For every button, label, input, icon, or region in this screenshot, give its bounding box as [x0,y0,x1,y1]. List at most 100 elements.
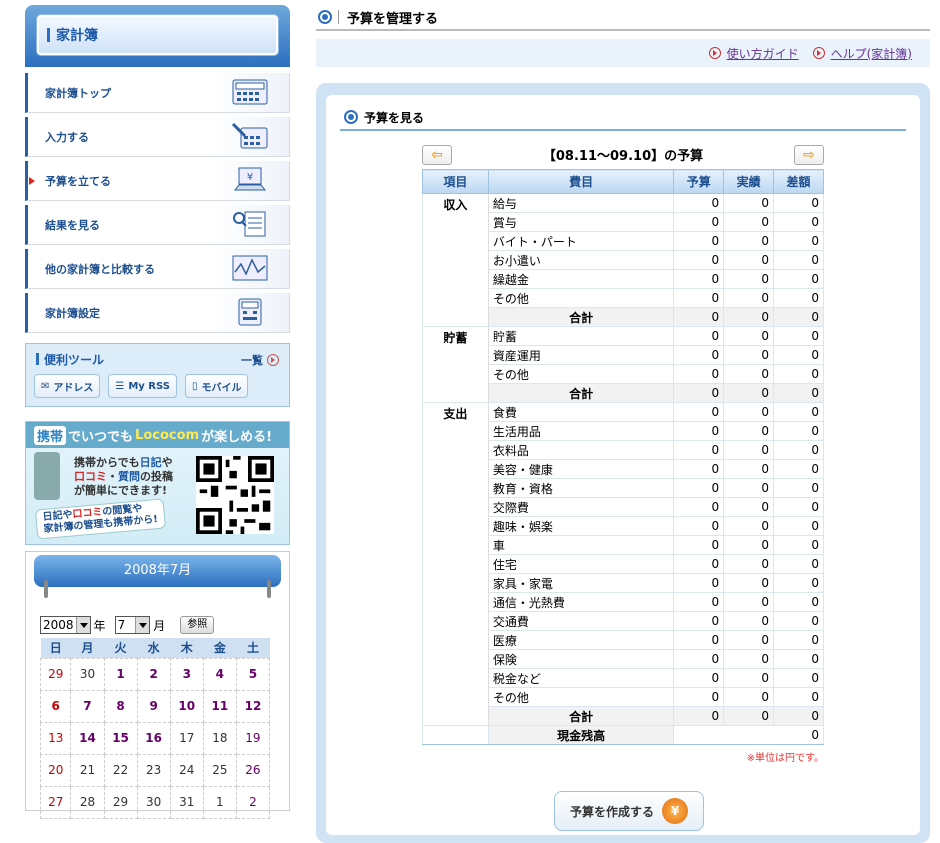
calendar-day[interactable]: 21 [70,753,105,787]
amount-cell: 0 [773,440,824,460]
amount-cell: 0 [723,649,775,669]
next-period-button[interactable]: ⇨ [794,145,824,165]
amount-cell: 0 [723,592,775,612]
calendar-day[interactable]: 1 [202,785,237,819]
subtotal-label: 合計 [487,706,675,726]
amount-cell: 0 [673,535,725,555]
calendar-day[interactable]: 20 [39,753,72,787]
amount-cell: 0 [723,326,775,346]
item-label: 交通費 [487,611,675,631]
main-content: 予算を管理する 使い方ガイド ヘルプ(家計簿) 予算を見る ⇦ 【08.11～0… [316,5,930,843]
calendar-day[interactable]: 15 [103,721,138,755]
balance-value: 0 [673,725,824,745]
amount-cell: 0 [673,459,725,479]
column-header: 費目 [487,169,675,194]
calendar-day[interactable]: 7 [70,689,105,723]
item-label: その他 [487,364,675,384]
sidebar-item-4[interactable]: 結果を見る [25,205,290,245]
calendar-day[interactable]: 26 [235,753,271,787]
subtotal-label: 合計 [487,307,675,327]
sidebar-item-3[interactable]: 予算を立てる ¥ [25,161,290,201]
calendar-day[interactable]: 25 [202,753,237,787]
amount-cell: 0 [673,668,725,688]
calendar-day[interactable]: 10 [169,689,204,723]
calendar-day[interactable]: 4 [202,657,237,691]
amount-cell: 0 [673,364,725,384]
prev-period-button[interactable]: ⇦ [422,145,452,165]
month-select[interactable]: 7 [114,616,151,634]
amount-cell: 0 [673,554,725,574]
rss-icon: ☰ [115,380,125,392]
calendar-day[interactable]: 14 [70,721,105,755]
amount-cell: 0 [723,383,775,403]
mobile-banner[interactable]: 携帯 でいつでも Lococom が楽しめる! 携帯からでも日記や 口コミ・質問… [25,421,290,545]
calendar-day[interactable]: 31 [169,785,204,819]
year-select[interactable]: 2008 [40,616,91,634]
calendar-day[interactable]: 18 [202,721,237,755]
tools-more-link[interactable]: 一覧 [241,352,279,368]
calendar-day[interactable]: 2 [136,657,171,691]
calendar-day[interactable]: 29 [103,785,138,819]
amount-cell: 0 [723,288,775,308]
calendar-day[interactable]: 16 [136,721,171,755]
calendar-day[interactable]: 13 [39,721,72,755]
amount-cell: 0 [773,535,824,555]
calendar-day[interactable]: 24 [169,753,204,787]
amount-cell: 0 [723,193,775,213]
table-row: 貯蓄 貯蓄 0 0 0 [422,326,824,403]
amount-cell: 0 [673,478,725,498]
calendar-day[interactable]: 17 [169,721,204,755]
amount-cell: 0 [673,402,725,422]
sidebar-item-5[interactable]: 他の家計簿と比較する [25,249,290,289]
amount-cell: 0 [773,478,824,498]
group-label: 支出 [422,402,489,726]
amount-cell: 0 [723,231,775,251]
banner-sub: 日記や口コミの閲覧や 家計簿の管理も携帯から! [34,498,166,540]
calendar-day[interactable]: 6 [39,689,72,723]
calendar-day[interactable]: 19 [235,721,271,755]
calendar-day[interactable]: 9 [136,689,171,723]
kakeibo-title-box[interactable]: 家計簿 [37,15,278,55]
tool-mobile-button[interactable]: ▯ モバイル [184,374,249,398]
calendar-day[interactable]: 1 [103,657,138,691]
arrow-circle-icon [267,354,279,366]
calendar-day[interactable]: 8 [103,689,138,723]
amount-cell: 0 [673,231,725,251]
year-value: 2008 [43,618,74,632]
sidebar-item-6[interactable]: 家計簿設定 [25,293,290,333]
help-link[interactable]: ヘルプ(家計簿) [812,45,912,62]
calendar-day[interactable]: 3 [169,657,204,691]
kakeibo-header: 家計簿 [25,5,290,67]
amount-cell: 0 [773,592,824,612]
calendar-day[interactable]: 30 [70,657,105,691]
reference-button[interactable]: 参照 [180,616,215,634]
item-label: バイト・パート [487,231,675,251]
calendar-day[interactable]: 12 [235,689,271,723]
amount-cell: 0 [773,516,824,536]
weekday-header: 月 [70,638,105,658]
calendar-day[interactable]: 30 [136,785,171,819]
sidebar-item-2[interactable]: 入力する [25,117,290,157]
banner-headline-a: でいつでも [68,429,134,445]
calendar-day[interactable]: 23 [136,753,171,787]
calendar-day[interactable]: 11 [202,689,237,723]
calendar-day[interactable]: 27 [39,785,72,819]
amount-cell: 0 [673,326,725,346]
calendar-day[interactable]: 2 [235,785,271,819]
tool-rss-button[interactable]: ☰ My RSS [108,374,177,398]
amount-cell: 0 [773,630,824,650]
amount-cell: 0 [673,288,725,308]
usage-guide-link[interactable]: 使い方ガイド [708,45,799,62]
create-budget-button[interactable]: 予算を作成する ¥ [554,791,704,831]
calendar: 2008年7月 2008 年 7 月 参照 日月火水木金土 29 30 1 2 3 4 5 6… [25,551,290,819]
calendar-day[interactable]: 28 [70,785,105,819]
calendar-day[interactable]: 29 [39,657,72,691]
calendar-day[interactable]: 22 [103,753,138,787]
amount-cell: 0 [673,250,725,270]
sidebar-item-1[interactable]: 家計簿トップ [25,73,290,113]
item-label: 美容・健康 [487,459,675,479]
calendar-day[interactable]: 5 [235,657,271,691]
help-links-bar: 使い方ガイド ヘルプ(家計簿) [316,39,930,67]
tool-address-button[interactable]: ✉ アドレス [34,374,101,398]
amount-cell: 0 [773,497,824,517]
